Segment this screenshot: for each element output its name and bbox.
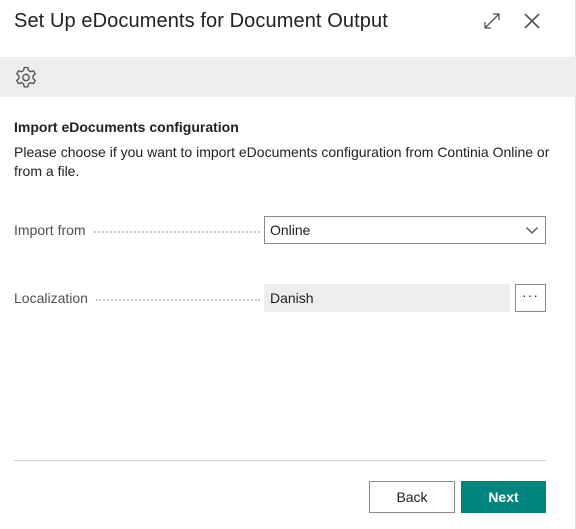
localization-value: Danish: [270, 290, 314, 306]
chevron-down-icon: [526, 227, 538, 234]
section-title: Import eDocuments configuration: [14, 119, 239, 135]
dialog-title: Set Up eDocuments for Document Output: [14, 10, 388, 32]
localization-lookup-button[interactable]: ···: [515, 284, 546, 312]
localization-field: Danish: [264, 284, 510, 312]
expand-diagonal-icon: [484, 13, 500, 29]
footer-divider: [14, 460, 546, 461]
back-button[interactable]: Back: [369, 481, 455, 513]
import-from-value: Online: [270, 222, 311, 238]
leader-dots: [93, 231, 260, 233]
close-icon: [524, 13, 540, 29]
import-from-select[interactable]: Online: [264, 216, 546, 244]
leader-dots: [95, 299, 260, 301]
section-description: Please choose if you want to import eDoc…: [14, 144, 550, 179]
expand-button[interactable]: [479, 8, 505, 34]
action-toolbar: [0, 57, 576, 97]
localization-label: Localization: [14, 290, 260, 306]
next-button[interactable]: Next: [461, 481, 546, 513]
close-button[interactable]: [519, 8, 545, 34]
title-actions: [479, 8, 545, 34]
setup-dialog: Set Up eDocuments for Document Output Im…: [0, 0, 576, 529]
import-from-label: Import from: [14, 222, 260, 238]
import-from-label-text: Import from: [14, 222, 86, 238]
gear-icon[interactable]: [13, 65, 39, 91]
localization-label-text: Localization: [14, 290, 88, 306]
